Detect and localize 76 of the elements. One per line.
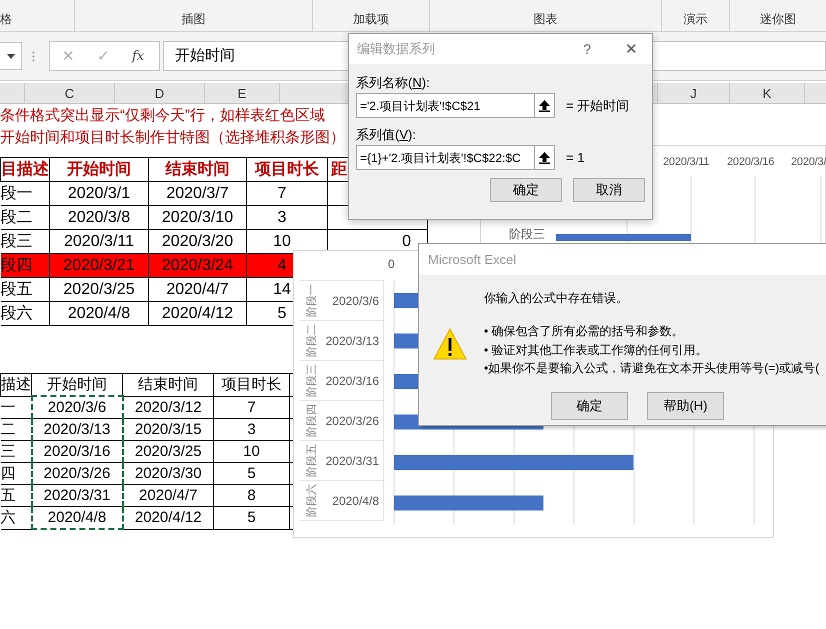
category-label: 2020/3/16 [324,374,380,388]
table-cell: 2020/3/15 [122,418,214,440]
table-cell: 2020/4/8 [50,302,148,326]
table-cell: 2020/3/21 [50,254,148,278]
table-cell: 2020/4/12 [122,506,214,529]
table-cell: 段五 [0,278,50,302]
table-cell: 2020/4/12 [148,302,246,326]
table-cell: 2020/3/8 [50,206,148,230]
axis-label: 2020/3/16 [727,156,774,168]
table-cell: 2020/3/1 [50,182,148,206]
header-cell: 目描述 [0,158,50,182]
table-cell: 2020/4/7 [122,484,214,506]
table-cell: 5 [214,462,290,484]
table-cell: 2020/3/25 [122,440,214,462]
category-label: 2020/4/8 [331,494,380,508]
table-cell: 3 [214,418,290,440]
axis-label: 2020/3/ [791,156,826,168]
error-message: 你输入的公式中存在错误。 [484,290,629,307]
axis-label: 2020/3/11 [663,156,710,168]
table-cell: 2020/3/30 [122,462,214,484]
table-cell: 2020/3/10 [148,206,246,230]
category-label: 阶段二 [305,324,319,357]
header-cell: 开始时间 [50,158,148,182]
table-cell: 8 [214,484,290,506]
table-cell: 2020/3/31 [32,484,122,506]
error-tip: • 确保包含了所有必需的括号和参数。 [484,323,685,340]
category-label: 2020/3/31 [324,454,380,468]
header-cell: 项目时长 [214,374,290,396]
note-text: 条件格式突出显示“仅剩今天”行，如样表红色区域 [0,106,326,126]
table-cell: 2020/3/25 [50,278,148,302]
table-cell: 7 [214,396,290,418]
category-label: 阶段三 [305,364,319,397]
header-cell: 开始时间 [32,374,122,396]
table-cell: 3 [246,206,328,230]
table-cell: 7 [246,182,328,206]
category-label: 2020/3/6 [331,294,380,308]
ribbon-group-label: 迷你图 [760,11,796,28]
category-label: 2020/3/26 [324,414,380,428]
ribbon-group-label: 图表 [534,11,558,28]
table-cell: 2020/3/24 [148,254,246,278]
category-label: 2020/3/13 [324,334,380,348]
field-label: 系列名称(N): [356,74,431,92]
header-cell: 结束时间 [148,158,246,182]
table-cell: 段一 [0,182,50,206]
table-cell: 2020/3/7 [148,182,246,206]
result-text: = 1 [566,150,584,165]
table-cell: 2020/3/16 [32,440,122,462]
note-text: 开始时间和项目时长制作甘特图（选择堆积条形图） [0,128,340,148]
error-tip: •如果你不是要输入公式，请避免在文本开头使用等号(=)或减号( [484,360,820,377]
header-cell: 项目时长 [246,158,328,182]
table-cell: 2020/3/26 [32,462,122,484]
ribbon-group-label: 插图 [182,11,206,28]
ribbon-group-label: 演示 [684,11,708,28]
table-cell: 段四 [0,254,50,278]
result-text: = 开始时间 [566,96,630,114]
axis-label: 0 [388,257,395,271]
dialog-title: 编辑数据系列 [357,40,435,58]
table-cell: 2020/3/12 [122,396,214,418]
table-cell: 5 [214,506,290,529]
error-tip: • 验证对其他工作表或工作簿的任何引用。 [484,342,709,358]
table-cell: 2020/3/13 [32,418,122,440]
field-label: 系列值(V): [356,126,417,144]
category-label: 阶段五 [305,444,319,477]
ribbon-group-label: 加载项 [353,11,389,28]
table-cell: 六 [0,506,32,529]
category-label: 阶段六 [304,484,319,517]
table-cell: 2020/4/8 [32,506,122,529]
table-cell: 10 [214,440,290,462]
table-cell: 段二 [0,206,50,230]
table-cell: 段六 [0,302,50,326]
category-label: 阶段三 [509,226,545,243]
header-cell: 结束时间 [122,374,214,396]
table-cell: 2020/4/7 [148,278,246,302]
ribbon-group-label: 格 [0,11,12,28]
table-cell: 2020/3/6 [32,396,122,418]
category-label: 阶段四 [305,404,319,437]
